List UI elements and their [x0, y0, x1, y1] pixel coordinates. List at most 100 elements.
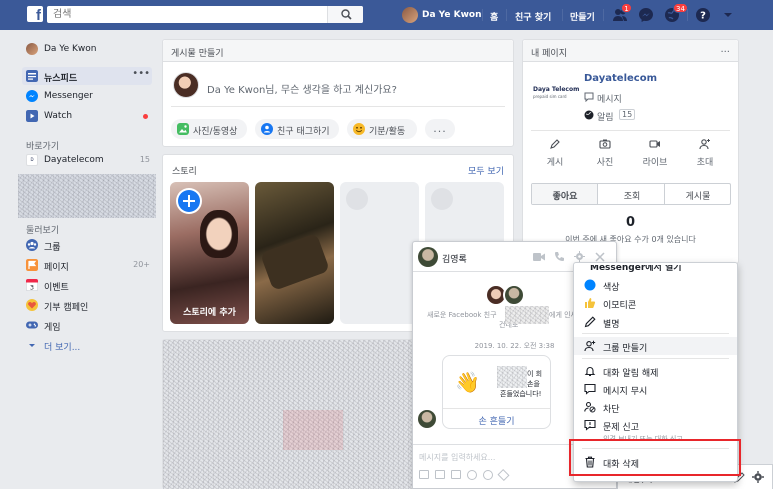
story-card[interactable] — [255, 182, 334, 324]
account-menu-button[interactable] — [720, 7, 736, 23]
sidebar-item-label: 페이지 — [44, 263, 69, 273]
menu-divider — [582, 358, 729, 359]
color-dot-icon — [584, 279, 596, 291]
tab-views[interactable]: 조회 — [599, 184, 665, 204]
sidebar-item-groups[interactable]: 그룹 — [22, 236, 152, 254]
sidebar-item-messenger[interactable]: Messenger — [22, 87, 152, 105]
more-actions-button[interactable]: ... — [425, 119, 455, 139]
my-pages-header: 내 페이지 ... — [523, 40, 738, 62]
menu-item-open-in-messenger[interactable]: Messenger에서 열기 — [590, 265, 682, 273]
photo-icon[interactable] — [419, 470, 429, 479]
add-person-icon — [699, 139, 710, 150]
avatar — [418, 247, 438, 267]
wave-back-button[interactable]: 손 흔들기 — [443, 414, 550, 427]
story-image — [259, 232, 331, 292]
notifications-button[interactable]: 34 — [664, 3, 688, 23]
page-photo-button[interactable]: 사진 — [585, 138, 625, 168]
nav-divider — [687, 9, 688, 21]
phone-icon[interactable] — [554, 251, 565, 262]
create-link[interactable]: 만들기 — [570, 10, 595, 23]
video-call-icon[interactable] — [533, 252, 545, 262]
tag-friends-button[interactable]: 친구 태그하기 — [255, 119, 339, 139]
chat-intro-text: 새로운 Facebook 친구 — [427, 311, 497, 319]
tab-likes[interactable]: 좋아요 — [532, 184, 598, 204]
page-messages-link[interactable]: 메시지 — [584, 91, 674, 105]
message-input[interactable]: 메시지를 입력하세요... — [419, 452, 495, 463]
top-navigation-bar: f Da Ye Kwon 홈 친구 찾기 만들기 1 34 ? — [0, 0, 773, 30]
sidebar-item-label: Dayatelecom — [44, 155, 104, 165]
photo-video-button[interactable]: 사진/동영상 — [171, 119, 247, 139]
gif-icon[interactable] — [451, 470, 461, 479]
search-button[interactable] — [327, 6, 363, 23]
search-box — [47, 6, 363, 23]
photo-icon — [177, 123, 189, 135]
facebook-logo[interactable]: f — [27, 6, 43, 22]
menu-item-emoji[interactable]: 이모티콘 — [574, 294, 737, 312]
my-pages-title: 내 페이지 — [531, 49, 567, 59]
sticker-icon[interactable] — [435, 470, 445, 479]
find-friends-link[interactable]: 친구 찾기 — [515, 10, 551, 23]
globe-icon — [584, 110, 594, 120]
divider — [171, 106, 505, 107]
wave-text: 손을 — [527, 380, 540, 388]
see-all-stories-link[interactable]: 모두 보기 — [468, 164, 504, 177]
tab-posts[interactable]: 게시물 — [666, 184, 730, 204]
search-input[interactable] — [53, 8, 323, 21]
nav-divider — [603, 9, 604, 21]
watch-icon — [26, 110, 38, 122]
sidebar-item-pages[interactable]: 페이지 20+ — [22, 256, 152, 274]
page-logo[interactable]: Daya Telecom prepaid sim card — [529, 74, 579, 114]
feeling-activity-label: 기분/활동 — [369, 127, 406, 137]
menu-item-nicknames[interactable]: 별명 — [574, 313, 737, 331]
page-invite-button[interactable]: 초대 — [685, 138, 725, 168]
plus-icon — [178, 190, 200, 212]
story-placeholder-avatar — [431, 188, 453, 210]
gear-icon[interactable] — [752, 471, 764, 483]
page-notifications-link[interactable]: 알림 15 — [584, 109, 674, 123]
sidebar-item-watch[interactable]: Watch — [22, 107, 152, 125]
add-story-button[interactable] — [176, 188, 202, 214]
friend-requests-button[interactable]: 1 — [612, 3, 632, 23]
help-button[interactable]: ? — [695, 7, 711, 23]
feeling-activity-button[interactable]: 기분/활동 — [347, 119, 417, 139]
flag-icon — [26, 259, 38, 271]
sidebar-item-events[interactable]: 3 이벤트 — [22, 276, 152, 294]
menu-item-ignore[interactable]: 메시지 무시 — [574, 380, 737, 398]
emoji-icon[interactable] — [467, 470, 477, 480]
menu-item-mute[interactable]: 대화 알림 해제 — [574, 362, 737, 380]
newsfeed-icon — [26, 70, 38, 82]
sidebar-item-dayatelecom[interactable]: D Dayatelecom 15 — [22, 151, 152, 169]
composer-input[interactable]: Da Ye Kwon님, 무슨 생각을 하고 계신가요? — [207, 81, 397, 96]
close-icon[interactable] — [595, 252, 605, 262]
add-story-label: 스토리에 추가 — [183, 308, 236, 318]
menu-item-create-group[interactable]: 그룹 만들기 — [574, 337, 737, 355]
groups-icon — [26, 239, 38, 251]
avatar — [173, 72, 199, 98]
sidebar-profile[interactable]: Da Ye Kwon — [22, 40, 152, 58]
more-options-icon[interactable]: ••• — [132, 68, 150, 79]
sidebar-item-games[interactable]: 게임 — [22, 316, 152, 334]
page-live-button[interactable]: 라이브 — [635, 138, 675, 168]
messenger-button[interactable] — [638, 7, 654, 23]
stories-title: 스토리 — [172, 167, 197, 177]
page-post-button[interactable]: 게시 — [535, 138, 575, 168]
profile-name: Da Ye Kwon — [422, 10, 482, 20]
see-more-link[interactable]: 더 보기... — [22, 336, 152, 354]
camera-icon[interactable] — [483, 470, 493, 480]
gear-icon[interactable] — [574, 251, 585, 262]
page-name-link[interactable]: Dayatelecom — [584, 73, 657, 84]
attach-icon[interactable] — [497, 468, 510, 482]
highlight-annotation — [569, 439, 741, 476]
page-notifications-count: 15 — [619, 109, 636, 120]
page-photo-label: 사진 — [596, 158, 614, 168]
menu-item-block[interactable]: 차단 — [574, 398, 737, 416]
sidebar-item-newsfeed[interactable]: 뉴스피드 ••• — [22, 67, 152, 85]
menu-item-label: 문제 신고 — [603, 423, 639, 433]
sidebar-item-fundraisers[interactable]: 기부 캠페인 — [22, 296, 152, 314]
redacted-area — [283, 410, 343, 450]
add-story-card[interactable]: 스토리에 추가 — [170, 182, 249, 324]
home-link[interactable]: 홈 — [490, 10, 498, 23]
more-options-icon[interactable]: ... — [720, 44, 730, 55]
menu-item-color[interactable]: 색상 — [574, 276, 737, 294]
caret-down-icon — [724, 13, 732, 17]
